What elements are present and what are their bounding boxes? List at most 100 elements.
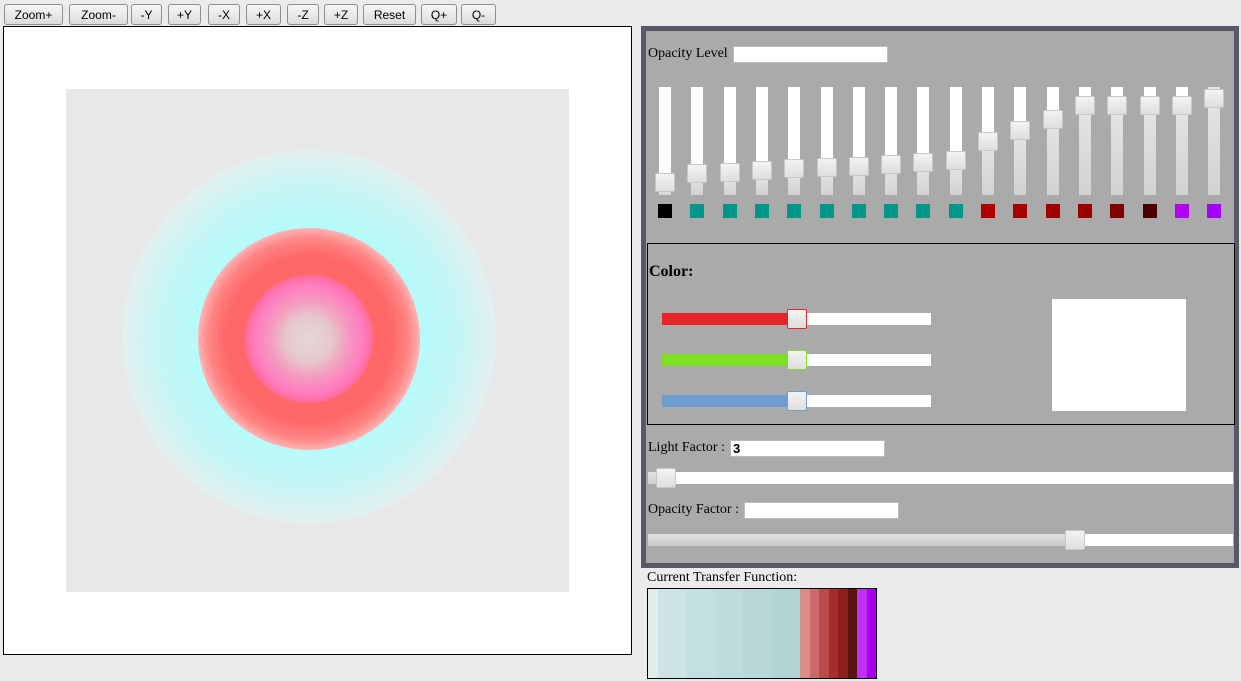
opacity-slider-thumb[interactable] (1010, 121, 1031, 141)
opacity-slider-2[interactable] (687, 87, 708, 195)
opacity-slider-12[interactable] (1010, 87, 1031, 195)
blue-slider-fill (662, 395, 797, 407)
opacity-slider-18[interactable] (1204, 87, 1225, 195)
opacity-slider-17[interactable] (1171, 87, 1192, 195)
opacity-slider-7[interactable] (848, 87, 869, 195)
transfer-function-band-13 (857, 589, 867, 678)
light-factor-slider[interactable] (648, 468, 1233, 488)
rotate-neg-x-button[interactable]: -X (208, 4, 240, 25)
transfer-function-band-9 (819, 589, 829, 678)
light-factor-thumb[interactable] (655, 468, 676, 488)
reset-button[interactable]: Reset (363, 4, 416, 25)
opacity-slider-thumb[interactable] (719, 162, 740, 182)
opacity-level-input[interactable] (733, 46, 888, 63)
opacity-level-label: Opacity Level (648, 46, 728, 61)
transfer-function-band-7 (800, 589, 810, 678)
color-swatch-6[interactable] (819, 204, 834, 218)
color-swatch-7[interactable] (851, 204, 866, 218)
opacity-slider-thumb[interactable] (1204, 89, 1225, 108)
opacity-slider-10[interactable] (945, 87, 966, 195)
color-swatch-9[interactable] (916, 204, 931, 218)
opacity-slider-6[interactable] (816, 87, 837, 195)
opacity-slider-thumb[interactable] (1107, 96, 1128, 116)
opacity-slider-thumb[interactable] (687, 163, 708, 183)
quality-up-button[interactable]: Q+ (421, 4, 457, 25)
transfer-function-band-2 (657, 589, 686, 678)
color-swatch-12[interactable] (1013, 204, 1028, 218)
opacity-slider-thumb[interactable] (1139, 96, 1160, 116)
opacity-slider-4[interactable] (751, 87, 772, 195)
opacity-factor-label: Opacity Factor : (648, 502, 739, 517)
transfer-function-band-3 (686, 589, 715, 678)
color-swatch-8[interactable] (884, 204, 899, 218)
color-swatch-16[interactable] (1142, 204, 1157, 218)
color-swatch-2[interactable] (690, 204, 705, 218)
transfer-function-bar (647, 588, 877, 679)
opacity-slider-thumb[interactable] (848, 156, 869, 176)
opacity-slider-15[interactable] (1107, 87, 1128, 195)
opacity-slider-14[interactable] (1074, 87, 1095, 195)
color-swatch-10[interactable] (948, 204, 963, 218)
opacity-slider-thumb[interactable] (816, 158, 837, 178)
rotate-neg-z-button[interactable]: -Z (287, 4, 319, 25)
volume-render-viewport[interactable] (3, 26, 632, 655)
color-swatch-1[interactable] (658, 204, 672, 218)
transfer-function-band-10 (828, 589, 838, 678)
light-factor-input[interactable]: 3 (730, 440, 885, 457)
inner-core (245, 275, 373, 403)
red-slider-thumb[interactable] (786, 309, 807, 329)
opacity-slider-8[interactable] (881, 87, 902, 195)
opacity-slider-1[interactable] (655, 87, 675, 195)
opacity-slider-thumb[interactable] (784, 159, 805, 179)
green-slider[interactable] (662, 350, 931, 370)
opacity-slider-thumb[interactable] (945, 151, 966, 171)
transfer-function-band-4 (714, 589, 743, 678)
transfer-function-band-11 (838, 589, 848, 678)
transfer-function-label: Current Transfer Function: (647, 570, 798, 585)
color-swatch-13[interactable] (1045, 204, 1060, 218)
color-swatch-4[interactable] (754, 204, 769, 218)
color-preview (1052, 299, 1186, 411)
color-swatch-17[interactable] (1174, 204, 1189, 218)
color-swatch-15[interactable] (1110, 204, 1125, 218)
green-slider-thumb[interactable] (786, 350, 807, 370)
zoom-out-button[interactable]: Zoom- (69, 4, 128, 25)
quality-down-button[interactable]: Q- (461, 4, 496, 25)
blue-slider[interactable] (662, 391, 931, 411)
color-swatch-14[interactable] (1077, 204, 1092, 218)
opacity-slider-5[interactable] (784, 87, 805, 195)
transfer-function-band-5 (743, 589, 772, 678)
red-slider[interactable] (662, 309, 931, 329)
rotate-pos-x-button[interactable]: +X (246, 4, 281, 25)
opacity-slider-thumb[interactable] (655, 172, 675, 192)
opacity-slider-3[interactable] (719, 87, 740, 195)
opacity-factor-input[interactable] (744, 502, 899, 519)
opacity-slider-thumb[interactable] (913, 153, 934, 173)
opacity-slider-11[interactable] (978, 87, 998, 195)
color-swatch-5[interactable] (787, 204, 802, 218)
color-swatch-3[interactable] (722, 204, 737, 218)
opacity-slider-9[interactable] (913, 87, 934, 195)
opacity-slider-thumb[interactable] (1042, 110, 1063, 130)
color-swatch-11[interactable] (981, 204, 995, 218)
zoom-in-button[interactable]: Zoom+ (4, 4, 63, 25)
opacity-slider-thumb[interactable] (1074, 96, 1095, 116)
rotate-neg-y-button[interactable]: -Y (131, 4, 162, 25)
opacity-factor-thumb[interactable] (1065, 530, 1086, 550)
rotate-pos-y-button[interactable]: +Y (168, 4, 201, 25)
opacity-slider-thumb[interactable] (1171, 96, 1192, 116)
color-swatch-18[interactable] (1207, 204, 1222, 218)
red-slider-fill (662, 313, 797, 325)
transfer-function-band-12 (847, 589, 857, 678)
rotate-pos-z-button[interactable]: +Z (324, 4, 358, 25)
blue-slider-thumb[interactable] (786, 391, 807, 411)
transfer-function-band-6 (771, 589, 800, 678)
opacity-slider-thumb[interactable] (881, 154, 902, 174)
opacity-slider-thumb[interactable] (978, 131, 998, 151)
transfer-function-band-14 (866, 589, 876, 678)
opacity-slider-thumb[interactable] (751, 161, 772, 181)
opacity-slider-13[interactable] (1042, 87, 1063, 195)
control-panel: Opacity Level Color: Light Factor : 3 Op… (641, 26, 1239, 568)
opacity-factor-slider[interactable] (648, 530, 1233, 550)
opacity-slider-16[interactable] (1139, 87, 1160, 195)
